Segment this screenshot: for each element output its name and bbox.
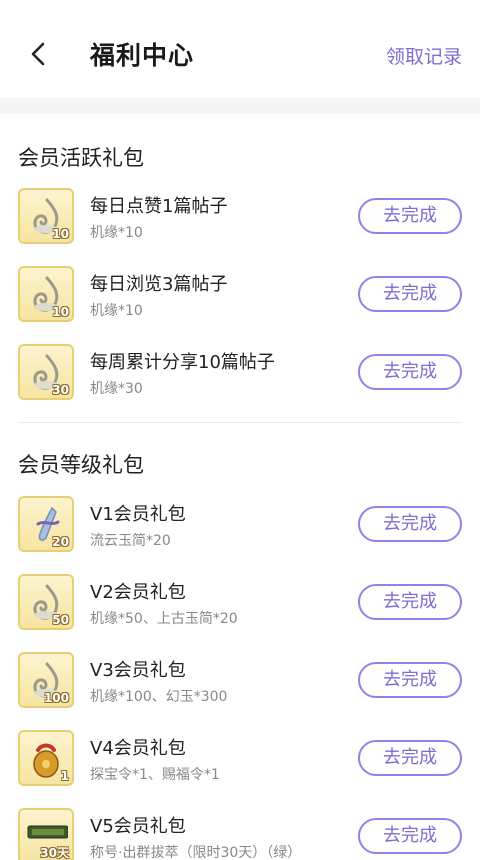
section-title-level: 会员等级礼包 [18, 453, 144, 477]
task-row: 10 每日浏览3篇帖子 机缘*10 去完成 [0, 266, 480, 344]
complete-button[interactable]: 去完成 [358, 198, 462, 234]
swirl-token-icon: 10 [18, 266, 74, 322]
swirl-token-icon: 100 [18, 652, 74, 708]
task-title: V3会员礼包 [90, 660, 186, 681]
jade-scroll-icon: 20 [18, 496, 74, 552]
task-reward: 称号·出群拔萃（限时30天）（绿） [90, 845, 302, 860]
task-row: 20 V1会员礼包 流云玉简*20 去完成 [0, 496, 480, 574]
back-arrow-icon[interactable] [26, 40, 52, 68]
complete-button[interactable]: 去完成 [358, 276, 462, 312]
task-title: V2会员礼包 [90, 582, 186, 603]
complete-button[interactable]: 去完成 [358, 506, 462, 542]
task-reward: 机缘*100、幻玉*300 [90, 689, 228, 705]
task-reward: 机缘*50、上古玉简*20 [90, 611, 238, 627]
task-title: V1会员礼包 [90, 504, 186, 525]
task-row: 10 每日点赞1篇帖子 机缘*10 去完成 [0, 188, 480, 266]
section-divider [18, 422, 462, 423]
task-title: V4会员礼包 [90, 738, 186, 759]
complete-button[interactable]: 去完成 [358, 662, 462, 698]
header: 福利中心 领取记录 [0, 0, 480, 98]
task-reward: 机缘*10 [90, 303, 143, 319]
section-title-active: 会员活跃礼包 [18, 146, 144, 170]
title-plaque-icon: 30天 [18, 808, 74, 860]
task-reward: 流云玉简*20 [90, 533, 171, 549]
swirl-token-icon: 10 [18, 188, 74, 244]
treasure-bag-icon: 1 [18, 730, 74, 786]
swirl-token-icon: 30 [18, 344, 74, 400]
task-reward: 机缘*30 [90, 381, 143, 397]
page-title: 福利中心 [90, 41, 195, 70]
task-title: 每日点赞1篇帖子 [90, 196, 228, 217]
records-link[interactable]: 领取记录 [386, 42, 462, 69]
task-row: 100 V3会员礼包 机缘*100、幻玉*300 去完成 [0, 652, 480, 730]
task-title: V5会员礼包 [90, 816, 186, 837]
complete-button[interactable]: 去完成 [358, 740, 462, 776]
header-divider [0, 98, 480, 114]
task-row: 30 每周累计分享10篇帖子 机缘*30 去完成 [0, 344, 480, 422]
swirl-token-icon: 50 [18, 574, 74, 630]
task-reward: 探宝令*1、赐福令*1 [90, 767, 220, 783]
complete-button[interactable]: 去完成 [358, 818, 462, 854]
task-row: 30天 V5会员礼包 称号·出群拔萃（限时30天）（绿） 去完成 [0, 808, 480, 860]
task-title: 每日浏览3篇帖子 [90, 274, 228, 295]
task-row: 1 V4会员礼包 探宝令*1、赐福令*1 去完成 [0, 730, 480, 808]
task-reward: 机缘*10 [90, 225, 143, 241]
task-title: 每周累计分享10篇帖子 [90, 352, 275, 373]
complete-button[interactable]: 去完成 [358, 354, 462, 390]
complete-button[interactable]: 去完成 [358, 584, 462, 620]
task-row: 50 V2会员礼包 机缘*50、上古玉简*20 去完成 [0, 574, 480, 652]
